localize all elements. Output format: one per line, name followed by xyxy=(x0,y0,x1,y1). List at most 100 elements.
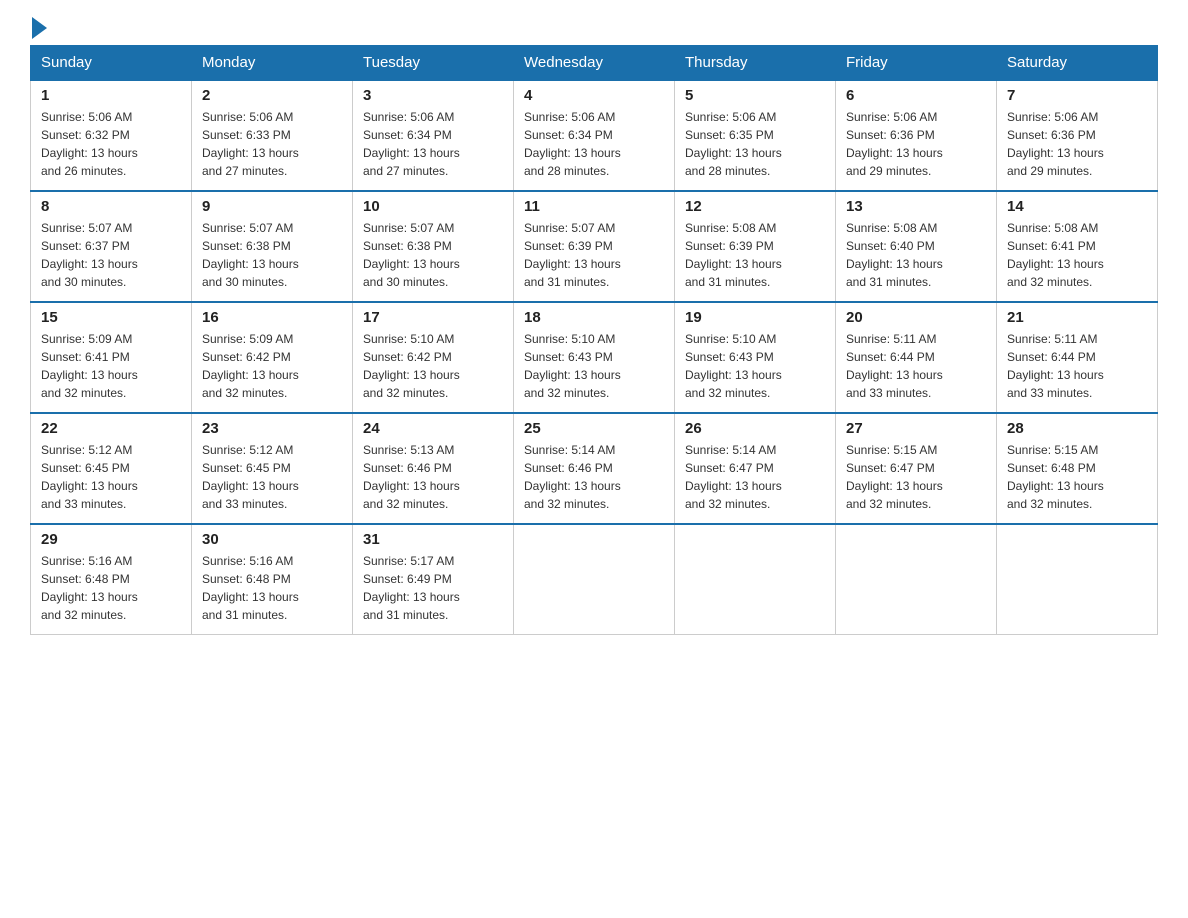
day-info: Sunrise: 5:14 AM Sunset: 6:47 PM Dayligh… xyxy=(685,441,825,513)
weekday-header-wednesday: Wednesday xyxy=(514,46,675,81)
day-cell-5: 5 Sunrise: 5:06 AM Sunset: 6:35 PM Dayli… xyxy=(675,80,836,191)
day-number: 22 xyxy=(41,420,181,437)
day-cell-22: 22 Sunrise: 5:12 AM Sunset: 6:45 PM Dayl… xyxy=(31,413,192,524)
day-cell-24: 24 Sunrise: 5:13 AM Sunset: 6:46 PM Dayl… xyxy=(353,413,514,524)
calendar-week-row: 8 Sunrise: 5:07 AM Sunset: 6:37 PM Dayli… xyxy=(31,191,1158,302)
day-number: 4 xyxy=(524,87,664,104)
day-cell-4: 4 Sunrise: 5:06 AM Sunset: 6:34 PM Dayli… xyxy=(514,80,675,191)
day-info: Sunrise: 5:06 AM Sunset: 6:33 PM Dayligh… xyxy=(202,108,342,180)
page-header xyxy=(30,20,1158,35)
day-cell-27: 27 Sunrise: 5:15 AM Sunset: 6:47 PM Dayl… xyxy=(836,413,997,524)
day-info: Sunrise: 5:16 AM Sunset: 6:48 PM Dayligh… xyxy=(41,552,181,624)
day-cell-15: 15 Sunrise: 5:09 AM Sunset: 6:41 PM Dayl… xyxy=(31,302,192,413)
day-number: 16 xyxy=(202,309,342,326)
day-info: Sunrise: 5:09 AM Sunset: 6:42 PM Dayligh… xyxy=(202,330,342,402)
day-number: 10 xyxy=(363,198,503,215)
day-cell-23: 23 Sunrise: 5:12 AM Sunset: 6:45 PM Dayl… xyxy=(192,413,353,524)
day-cell-11: 11 Sunrise: 5:07 AM Sunset: 6:39 PM Dayl… xyxy=(514,191,675,302)
day-cell-21: 21 Sunrise: 5:11 AM Sunset: 6:44 PM Dayl… xyxy=(997,302,1158,413)
day-number: 13 xyxy=(846,198,986,215)
day-cell-17: 17 Sunrise: 5:10 AM Sunset: 6:42 PM Dayl… xyxy=(353,302,514,413)
day-number: 1 xyxy=(41,87,181,104)
weekday-header-friday: Friday xyxy=(836,46,997,81)
calendar-table: SundayMondayTuesdayWednesdayThursdayFrid… xyxy=(30,45,1158,635)
empty-day-cell xyxy=(997,524,1158,635)
day-number: 30 xyxy=(202,531,342,548)
day-info: Sunrise: 5:12 AM Sunset: 6:45 PM Dayligh… xyxy=(41,441,181,513)
day-number: 18 xyxy=(524,309,664,326)
day-info: Sunrise: 5:14 AM Sunset: 6:46 PM Dayligh… xyxy=(524,441,664,513)
day-cell-3: 3 Sunrise: 5:06 AM Sunset: 6:34 PM Dayli… xyxy=(353,80,514,191)
day-info: Sunrise: 5:07 AM Sunset: 6:38 PM Dayligh… xyxy=(363,219,503,291)
day-info: Sunrise: 5:12 AM Sunset: 6:45 PM Dayligh… xyxy=(202,441,342,513)
weekday-header-monday: Monday xyxy=(192,46,353,81)
day-info: Sunrise: 5:10 AM Sunset: 6:43 PM Dayligh… xyxy=(685,330,825,402)
day-number: 27 xyxy=(846,420,986,437)
day-number: 19 xyxy=(685,309,825,326)
day-number: 31 xyxy=(363,531,503,548)
day-number: 28 xyxy=(1007,420,1147,437)
day-number: 15 xyxy=(41,309,181,326)
weekday-header-thursday: Thursday xyxy=(675,46,836,81)
day-cell-8: 8 Sunrise: 5:07 AM Sunset: 6:37 PM Dayli… xyxy=(31,191,192,302)
day-cell-12: 12 Sunrise: 5:08 AM Sunset: 6:39 PM Dayl… xyxy=(675,191,836,302)
day-number: 24 xyxy=(363,420,503,437)
day-number: 7 xyxy=(1007,87,1147,104)
day-cell-20: 20 Sunrise: 5:11 AM Sunset: 6:44 PM Dayl… xyxy=(836,302,997,413)
weekday-header-tuesday: Tuesday xyxy=(353,46,514,81)
day-cell-31: 31 Sunrise: 5:17 AM Sunset: 6:49 PM Dayl… xyxy=(353,524,514,635)
day-cell-30: 30 Sunrise: 5:16 AM Sunset: 6:48 PM Dayl… xyxy=(192,524,353,635)
day-number: 20 xyxy=(846,309,986,326)
day-number: 21 xyxy=(1007,309,1147,326)
day-info: Sunrise: 5:15 AM Sunset: 6:47 PM Dayligh… xyxy=(846,441,986,513)
day-number: 2 xyxy=(202,87,342,104)
day-info: Sunrise: 5:11 AM Sunset: 6:44 PM Dayligh… xyxy=(846,330,986,402)
day-number: 3 xyxy=(363,87,503,104)
day-info: Sunrise: 5:10 AM Sunset: 6:43 PM Dayligh… xyxy=(524,330,664,402)
logo xyxy=(30,20,47,35)
day-number: 12 xyxy=(685,198,825,215)
empty-day-cell xyxy=(836,524,997,635)
day-number: 9 xyxy=(202,198,342,215)
day-cell-28: 28 Sunrise: 5:15 AM Sunset: 6:48 PM Dayl… xyxy=(997,413,1158,524)
day-number: 5 xyxy=(685,87,825,104)
day-cell-19: 19 Sunrise: 5:10 AM Sunset: 6:43 PM Dayl… xyxy=(675,302,836,413)
day-cell-1: 1 Sunrise: 5:06 AM Sunset: 6:32 PM Dayli… xyxy=(31,80,192,191)
day-number: 29 xyxy=(41,531,181,548)
day-info: Sunrise: 5:06 AM Sunset: 6:34 PM Dayligh… xyxy=(363,108,503,180)
day-info: Sunrise: 5:06 AM Sunset: 6:32 PM Dayligh… xyxy=(41,108,181,180)
day-cell-7: 7 Sunrise: 5:06 AM Sunset: 6:36 PM Dayli… xyxy=(997,80,1158,191)
day-number: 6 xyxy=(846,87,986,104)
day-number: 8 xyxy=(41,198,181,215)
day-info: Sunrise: 5:10 AM Sunset: 6:42 PM Dayligh… xyxy=(363,330,503,402)
day-number: 26 xyxy=(685,420,825,437)
day-cell-25: 25 Sunrise: 5:14 AM Sunset: 6:46 PM Dayl… xyxy=(514,413,675,524)
day-number: 11 xyxy=(524,198,664,215)
day-cell-18: 18 Sunrise: 5:10 AM Sunset: 6:43 PM Dayl… xyxy=(514,302,675,413)
day-info: Sunrise: 5:06 AM Sunset: 6:34 PM Dayligh… xyxy=(524,108,664,180)
day-number: 17 xyxy=(363,309,503,326)
day-cell-6: 6 Sunrise: 5:06 AM Sunset: 6:36 PM Dayli… xyxy=(836,80,997,191)
day-cell-26: 26 Sunrise: 5:14 AM Sunset: 6:47 PM Dayl… xyxy=(675,413,836,524)
logo-arrow-icon xyxy=(32,17,47,39)
weekday-header-saturday: Saturday xyxy=(997,46,1158,81)
day-info: Sunrise: 5:07 AM Sunset: 6:38 PM Dayligh… xyxy=(202,219,342,291)
empty-day-cell xyxy=(675,524,836,635)
day-info: Sunrise: 5:16 AM Sunset: 6:48 PM Dayligh… xyxy=(202,552,342,624)
calendar-week-row: 1 Sunrise: 5:06 AM Sunset: 6:32 PM Dayli… xyxy=(31,80,1158,191)
day-number: 25 xyxy=(524,420,664,437)
empty-day-cell xyxy=(514,524,675,635)
day-info: Sunrise: 5:07 AM Sunset: 6:39 PM Dayligh… xyxy=(524,219,664,291)
day-cell-10: 10 Sunrise: 5:07 AM Sunset: 6:38 PM Dayl… xyxy=(353,191,514,302)
day-info: Sunrise: 5:09 AM Sunset: 6:41 PM Dayligh… xyxy=(41,330,181,402)
day-number: 23 xyxy=(202,420,342,437)
day-info: Sunrise: 5:06 AM Sunset: 6:35 PM Dayligh… xyxy=(685,108,825,180)
day-info: Sunrise: 5:15 AM Sunset: 6:48 PM Dayligh… xyxy=(1007,441,1147,513)
day-cell-2: 2 Sunrise: 5:06 AM Sunset: 6:33 PM Dayli… xyxy=(192,80,353,191)
calendar-week-row: 22 Sunrise: 5:12 AM Sunset: 6:45 PM Dayl… xyxy=(31,413,1158,524)
day-cell-14: 14 Sunrise: 5:08 AM Sunset: 6:41 PM Dayl… xyxy=(997,191,1158,302)
day-info: Sunrise: 5:06 AM Sunset: 6:36 PM Dayligh… xyxy=(1007,108,1147,180)
day-info: Sunrise: 5:17 AM Sunset: 6:49 PM Dayligh… xyxy=(363,552,503,624)
day-cell-9: 9 Sunrise: 5:07 AM Sunset: 6:38 PM Dayli… xyxy=(192,191,353,302)
calendar-week-row: 15 Sunrise: 5:09 AM Sunset: 6:41 PM Dayl… xyxy=(31,302,1158,413)
